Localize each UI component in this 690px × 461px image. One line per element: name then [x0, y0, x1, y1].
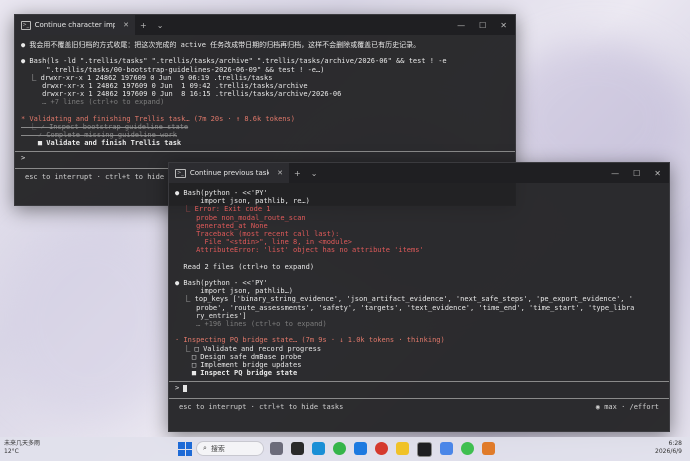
task-view-icon[interactable] — [270, 442, 283, 455]
clock-date: 2026/6/9 — [655, 448, 682, 455]
output-line: … +196 lines (ctrl+o to expand) — [175, 320, 327, 328]
maximize-button[interactable]: ☐ — [479, 21, 486, 30]
terminal-icon: >_ — [21, 20, 31, 30]
maximize-button[interactable]: ☐ — [633, 169, 640, 178]
output-line: AttributeError: 'list' object has no att… — [175, 246, 424, 255]
app-icon[interactable] — [291, 442, 304, 455]
output-line: drwxr-xr-x 1 24862 197609 0 Jun 1 09:42 … — [21, 81, 308, 90]
close-window-button[interactable]: ✕ — [654, 169, 661, 178]
close-icon[interactable]: ✕ — [123, 21, 129, 29]
tab-continue-character[interactable]: >_ Continue character implem ✕ — [15, 15, 135, 35]
taskbar-search[interactable]: ⌕ 搜索 — [196, 441, 264, 456]
output-line: □ Implement bridge updates — [175, 360, 302, 369]
folder-icon[interactable] — [396, 442, 409, 455]
chevron-down-icon[interactable]: ⌄ — [306, 169, 323, 178]
tab-title: Continue previous task — [189, 169, 270, 177]
output-line: … +7 lines (ctrl+o to expand) — [21, 98, 165, 107]
terminal-taskbar-icon[interactable] — [417, 442, 432, 457]
text-cursor — [183, 384, 188, 392]
output-line: Traceback (most recent call last): — [175, 229, 340, 238]
new-tab-button[interactable]: + — [135, 21, 152, 30]
chrome-icon[interactable] — [333, 442, 346, 455]
output-line: ● 我会用不覆盖旧归档的方式收尾：把这次完成的 active 任务改成带日期的归… — [21, 41, 421, 49]
close-icon[interactable]: ✕ — [277, 169, 283, 177]
output-line: ✓ Complete missing guideline work — [21, 131, 177, 140]
app-icon-3[interactable] — [482, 442, 495, 455]
output-line: ■ Inspect PQ bridge state — [175, 369, 298, 378]
output-line: import json, pathlib…) — [175, 287, 294, 296]
output-line: ● Bash(python - <<'PY' — [175, 279, 268, 288]
effort-indicator[interactable]: ◉ max · /effort — [596, 403, 659, 411]
output-line: * Validating and finishing Trellis task…… — [21, 114, 295, 123]
new-tab-button[interactable]: + — [289, 169, 306, 178]
terminal-output: ● 我会用不覆盖旧归档的方式收尾：把这次完成的 active 任务改成带日期的归… — [15, 35, 515, 147]
output-line: drwxr-xr-x 1 24862 197609 0 Jun 8 16:15 … — [21, 90, 342, 99]
output-line: File "<stdin>", line 8, in <module> — [175, 238, 353, 247]
output-line: ⎿ drwxr-xr-x 1 24862 197609 0 Jun 9 06:1… — [21, 73, 273, 82]
output-line: · Inspecting PQ bridge state… (7m 9s · ↓… — [175, 336, 445, 345]
clock-time: 6:28 — [668, 440, 682, 447]
output-line: Read 2 files (ctrl+o to expand) — [175, 262, 315, 271]
search-icon: ⌕ — [203, 444, 207, 452]
taskbar: 未来几天多雨 12°C ⌕ 搜索 6:28 2026/6/9 — [0, 437, 690, 461]
terminal-output: ● Bash(python - <<'PY' import json, path… — [169, 183, 669, 377]
output-line: ■ Validate and finish Trellis task — [21, 139, 182, 148]
store-icon[interactable] — [312, 442, 325, 455]
output-line: □ Design safe dmBase probe — [175, 352, 302, 361]
title-bar[interactable]: >_ Continue previous task ✕ + ⌄ — ☐ ✕ — [169, 163, 669, 183]
output-line: ry_entries'] — [175, 311, 247, 320]
tab-continue-previous[interactable]: >_ Continue previous task ✕ — [169, 163, 289, 183]
output-line: probe', 'route_assessments', 'safety', '… — [175, 303, 635, 312]
minimize-button[interactable]: — — [611, 169, 619, 178]
hint-text: esc to interrupt · ctrl+t to hide tasks — [179, 403, 344, 412]
output-line: ⎿ Error: Exit code 1 — [175, 205, 271, 214]
close-window-button[interactable]: ✕ — [500, 21, 507, 30]
prompt-symbol: > — [175, 384, 180, 393]
weather-widget[interactable]: 未来几天多雨 12°C — [4, 440, 40, 456]
output-line: ⎿ top_keys ['binary_string_evidence', 'j… — [175, 295, 633, 304]
output-line: ● Bash(ls -ld ".trellis/tasks" ".trellis… — [21, 57, 447, 66]
minimize-button[interactable]: — — [457, 21, 465, 30]
chevron-down-icon[interactable]: ⌄ — [152, 21, 169, 30]
wechat-icon[interactable] — [461, 442, 474, 455]
title-bar[interactable]: >_ Continue character implem ✕ + ⌄ — ☐ ✕ — [15, 15, 515, 35]
weather-text: 未来几天多雨 — [4, 440, 41, 447]
output-line: ⎿ ✓ Inspect bootstrap guideline state — [21, 122, 189, 131]
system-clock[interactable]: 6:28 2026/6/9 — [655, 440, 682, 456]
terminal-icon: >_ — [175, 168, 186, 178]
weather-temp: 12°C — [4, 448, 19, 455]
prompt-symbol: > — [21, 154, 26, 163]
output-line: ● Bash(python - <<'PY' — [175, 189, 268, 197]
windows-start-icon[interactable] — [178, 442, 192, 456]
output-line: probe non_modal_route_scan — [175, 213, 306, 222]
netease-music-icon[interactable] — [375, 442, 388, 455]
output-line: ".trellis/tasks/00-bootstrap-guidelines-… — [21, 65, 325, 74]
vscode-icon[interactable] — [354, 442, 367, 455]
output-line: generated_at None — [175, 221, 268, 230]
terminal-window-2[interactable]: >_ Continue previous task ✕ + ⌄ — ☐ ✕ ● … — [168, 162, 670, 432]
tab-title: Continue character implem — [34, 21, 116, 29]
hint-text: esc to interrupt · ctrl+t to hide — [25, 173, 165, 182]
search-placeholder: 搜索 — [210, 444, 225, 453]
prompt-input[interactable]: > — [169, 382, 669, 394]
app-icon-2[interactable] — [440, 442, 453, 455]
output-line: import json, pathlib, re…) — [175, 197, 310, 206]
output-line: ⎿ □ Validate and record progress — [175, 344, 322, 353]
